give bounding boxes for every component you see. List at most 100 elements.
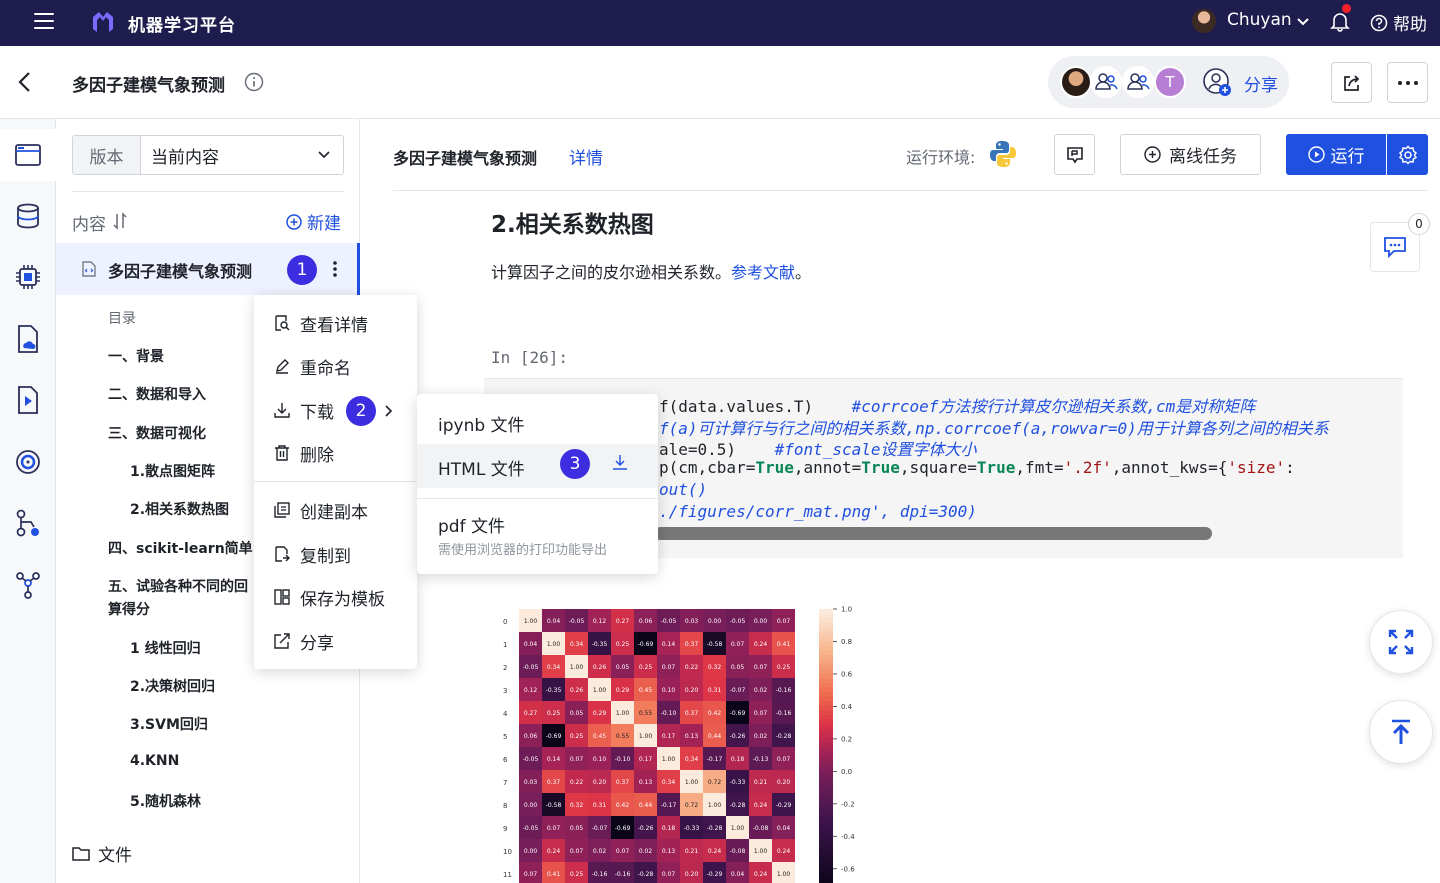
rail-monitor[interactable] [0,436,56,488]
menu-icon[interactable] [34,13,54,29]
download-ipynb[interactable]: ipynb 文件 [438,411,525,436]
toc-item[interactable]: 四、scikit-learn简单 [108,538,253,558]
rail-files[interactable] [0,313,56,365]
run-settings-button[interactable] [1387,134,1428,175]
tree-file-item[interactable]: 多因子建模气象预测 1 [56,243,360,295]
heatmap-cell-label: 0.17 [662,733,676,740]
share-label[interactable]: 分享 [1244,71,1278,96]
collaborators-group[interactable]: T 分享 [1048,56,1289,108]
heatmap-cell-label: 0.12 [593,618,607,625]
code-text: : [1285,458,1295,477]
collaborator-avatar[interactable] [1090,66,1122,98]
new-button[interactable]: 新建 [286,209,341,234]
rail-compute[interactable] [0,251,56,303]
menu-label: 删除 [300,445,334,466]
menu-share[interactable]: 分享 [274,629,334,654]
toc-item[interactable]: 一、背景 [108,346,164,366]
toc-item[interactable]: 1.散点图矩阵 [130,461,215,481]
fullscreen-button[interactable] [1369,610,1433,674]
heatmap-cell-label: -0.69 [730,710,746,717]
collaborator-avatar[interactable] [1060,66,1092,98]
back-arrow-icon[interactable] [16,70,34,94]
heatmap-cell-label: 0.14 [662,641,676,648]
colorbar-segment [819,659,833,665]
toc-item-wrap[interactable]: 算得分 [108,599,150,619]
colorbar-segment [819,774,833,780]
chevron-down-icon[interactable] [1296,12,1310,32]
back-to-top-button[interactable] [1369,700,1433,764]
menu-copy-to[interactable]: 复制到 [274,542,351,567]
menu-divider [417,498,658,499]
info-icon[interactable] [244,72,264,92]
menu-view-details[interactable]: 查看详情 [274,311,368,336]
toc-item[interactable]: 3.SVM回归 [130,714,208,734]
toc-item[interactable]: 五、试验各种不同的回 [108,576,248,596]
rail-model[interactable] [0,559,56,611]
colorbar-tick-label: 0.6 [841,670,853,678]
python-icon[interactable] [988,139,1018,169]
heatmap-cell-label: 0.02 [639,848,653,855]
folder-icon [72,846,90,861]
download-icon[interactable] [612,454,628,470]
code-horizontal-scrollbar[interactable] [654,527,1212,540]
chip-icon [16,265,40,289]
toc-item[interactable]: 二、数据和导入 [108,384,206,404]
new-label: 新建 [307,214,341,234]
run-label: 运行 [1330,147,1365,167]
offline-task-button[interactable]: 离线任务 [1120,134,1261,175]
heatmap-cell-label: -0.17 [661,802,677,809]
heatmap-cell-label: 0.06 [639,618,653,625]
rail-notebook[interactable] [0,129,56,181]
chevron-down-icon[interactable] [317,148,331,162]
collaborator-avatar[interactable] [1122,66,1154,98]
toc-item[interactable]: 5.随机森林 [130,791,201,811]
rail-pipeline[interactable] [0,497,56,549]
version-select[interactable]: 版本 当前内容 [72,135,344,175]
bell-icon[interactable] [1330,10,1350,32]
toc-item[interactable]: 4.KNN [130,753,179,769]
reference-link[interactable]: 参考文献 [731,263,795,282]
toc-item[interactable]: 1 线性回归 [130,638,201,658]
more-vertical-icon[interactable] [332,259,338,279]
menu-delete[interactable]: 删除 [274,441,334,466]
heatmap-cell-label: -0.35 [546,687,562,694]
heatmap-cell-label: 0.34 [547,664,561,671]
more-button[interactable] [1387,62,1428,103]
heatmap-cell-label: 0.07 [616,848,630,855]
files-section[interactable]: 文件 [72,841,132,866]
run-button[interactable]: 运行 [1286,134,1386,175]
collaborator-avatar[interactable]: T [1154,66,1186,98]
colorbar-segment [819,770,833,776]
colorbar-segment [819,829,833,835]
heatmap-cell-label: 0.24 [754,802,768,809]
heatmap-cell-label: 0.07 [754,664,768,671]
heatmap-cell-label: -0.28 [707,825,723,832]
app-title: 机器学习平台 [128,16,236,36]
menu-create-copy[interactable]: 创建副本 [274,498,368,523]
version-value[interactable]: 当前内容 [141,136,343,174]
detail-link[interactable]: 详情 [569,144,603,169]
menu-save-template[interactable]: 保存为模板 [274,585,385,610]
add-user-icon[interactable] [1202,67,1234,99]
colorbar-segment [819,701,833,707]
toc-item[interactable]: 三、数据可视化 [108,423,206,443]
toc-item[interactable]: 2.相关系数热图 [130,499,229,519]
menu-download[interactable]: 下载 [274,398,334,423]
help-button[interactable]: 帮助 [1370,10,1427,35]
download-html[interactable]: HTML 文件 [438,455,525,480]
comment-toggle-button[interactable] [1054,134,1095,175]
toc-item[interactable]: 2.决策树回归 [130,676,215,696]
model-tree-icon [16,572,40,599]
colorbar-segment [819,843,833,849]
rail-video[interactable] [0,374,56,426]
export-button[interactable] [1331,62,1372,103]
sort-icon[interactable] [113,212,127,230]
heatmap-cell-label: 0.04 [547,618,561,625]
user-name[interactable]: Chuyan [1227,10,1292,30]
colorbar-segment [819,714,833,720]
download-pdf[interactable]: pdf 文件 [438,512,505,537]
menu-rename[interactable]: 重命名 [274,354,351,379]
user-avatar[interactable] [1192,9,1216,33]
rail-database[interactable] [0,190,56,242]
heatmap-cell-label: 0.02 [754,733,768,740]
